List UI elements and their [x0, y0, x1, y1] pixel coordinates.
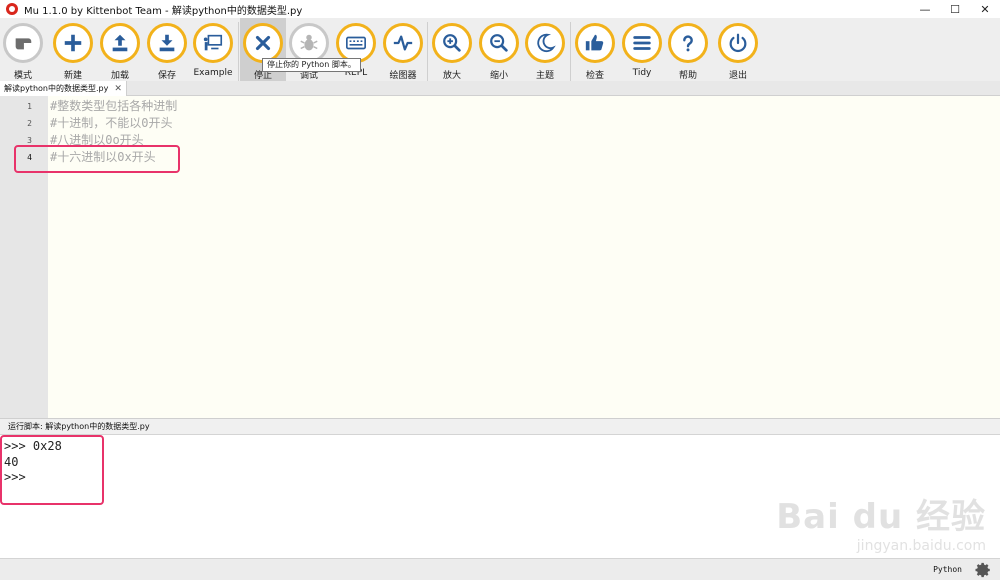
line-number: 3: [27, 136, 32, 145]
upload-icon: [100, 23, 140, 63]
tidy-label: Tidy: [632, 68, 652, 78]
thumbs-up-icon: [575, 23, 615, 63]
new-label: 新建: [63, 71, 82, 81]
gear-icon[interactable]: [974, 561, 992, 579]
zoom-in-icon: [432, 23, 472, 63]
toolbar-divider: [570, 22, 571, 90]
status-bar: Python: [0, 558, 1000, 580]
load-label: 加载: [110, 71, 129, 81]
quit-label: 退出: [728, 71, 747, 81]
zoom-in-label: 放大: [442, 71, 461, 81]
theme-label: 主题: [535, 71, 554, 81]
download-icon: [147, 23, 187, 63]
mode-indicator[interactable]: Python: [933, 565, 962, 574]
repl-header: 运行脚本: 解读python中的数据类型.py: [0, 418, 1000, 434]
maximize-button[interactable]: ☐: [940, 0, 970, 18]
mu-editor-window: Mu 1.1.0 by Kittenbot Team - 解读python中的数…: [0, 0, 1000, 580]
window-title: Mu 1.1.0 by Kittenbot Team - 解读python中的数…: [24, 5, 303, 17]
check-label: 检查: [585, 71, 604, 81]
toolbar-divider: [427, 22, 428, 90]
keyboard-icon: [336, 23, 376, 63]
close-icon: [243, 23, 283, 63]
editor-highlight-box: [14, 145, 180, 173]
pulse-icon: [383, 23, 423, 63]
close-window-button[interactable]: ✕: [970, 0, 1000, 18]
code-line: #十进制，不能以0开头: [50, 116, 173, 130]
plotter-label: 绘图器: [389, 71, 417, 81]
line-number: 1: [27, 102, 32, 111]
repl-highlight-box: [0, 435, 104, 505]
zoom-out-label: 缩小: [489, 71, 508, 81]
title-bar: Mu 1.1.0 by Kittenbot Team - 解读python中的数…: [0, 0, 1000, 18]
baidu-watermark: Bai du 经验 jingyan.baidu.com: [776, 489, 986, 554]
tab-current-file[interactable]: 解读python中的数据类型.py ✕: [0, 81, 127, 96]
line-number: 2: [27, 119, 32, 128]
repl-header-text: 运行脚本: 解读python中的数据类型.py: [8, 422, 150, 431]
mu-app-icon: [6, 3, 18, 15]
help-label: 帮助: [678, 71, 697, 81]
zoom-out-icon: [479, 23, 519, 63]
stop-tooltip: 停止你的 Python 脚本。: [262, 58, 361, 72]
mode-label: 模式: [13, 71, 32, 81]
example-label: Example: [193, 68, 233, 78]
bug-icon: [289, 23, 329, 63]
save-label: 保存: [157, 71, 176, 81]
watermark-logo: Bai du 经验: [776, 497, 986, 537]
watermark-url: jingyan.baidu.com: [856, 538, 986, 554]
tab-bar: 解读python中的数据类型.py ✕: [0, 81, 1000, 96]
minimize-button[interactable]: —: [910, 0, 940, 18]
moon-icon: [525, 23, 565, 63]
question-icon: [668, 23, 708, 63]
plus-icon: [53, 23, 93, 63]
code-line: #整数类型包括各种进制: [50, 99, 178, 113]
power-icon: [718, 23, 758, 63]
lines-icon: [622, 23, 662, 63]
tab-close-icon[interactable]: ✕: [114, 84, 122, 94]
tab-label: 解读python中的数据类型.py: [4, 84, 109, 93]
mode-icon: [3, 23, 43, 63]
presentation-icon: [193, 23, 233, 63]
toolbar-divider: [238, 22, 239, 90]
